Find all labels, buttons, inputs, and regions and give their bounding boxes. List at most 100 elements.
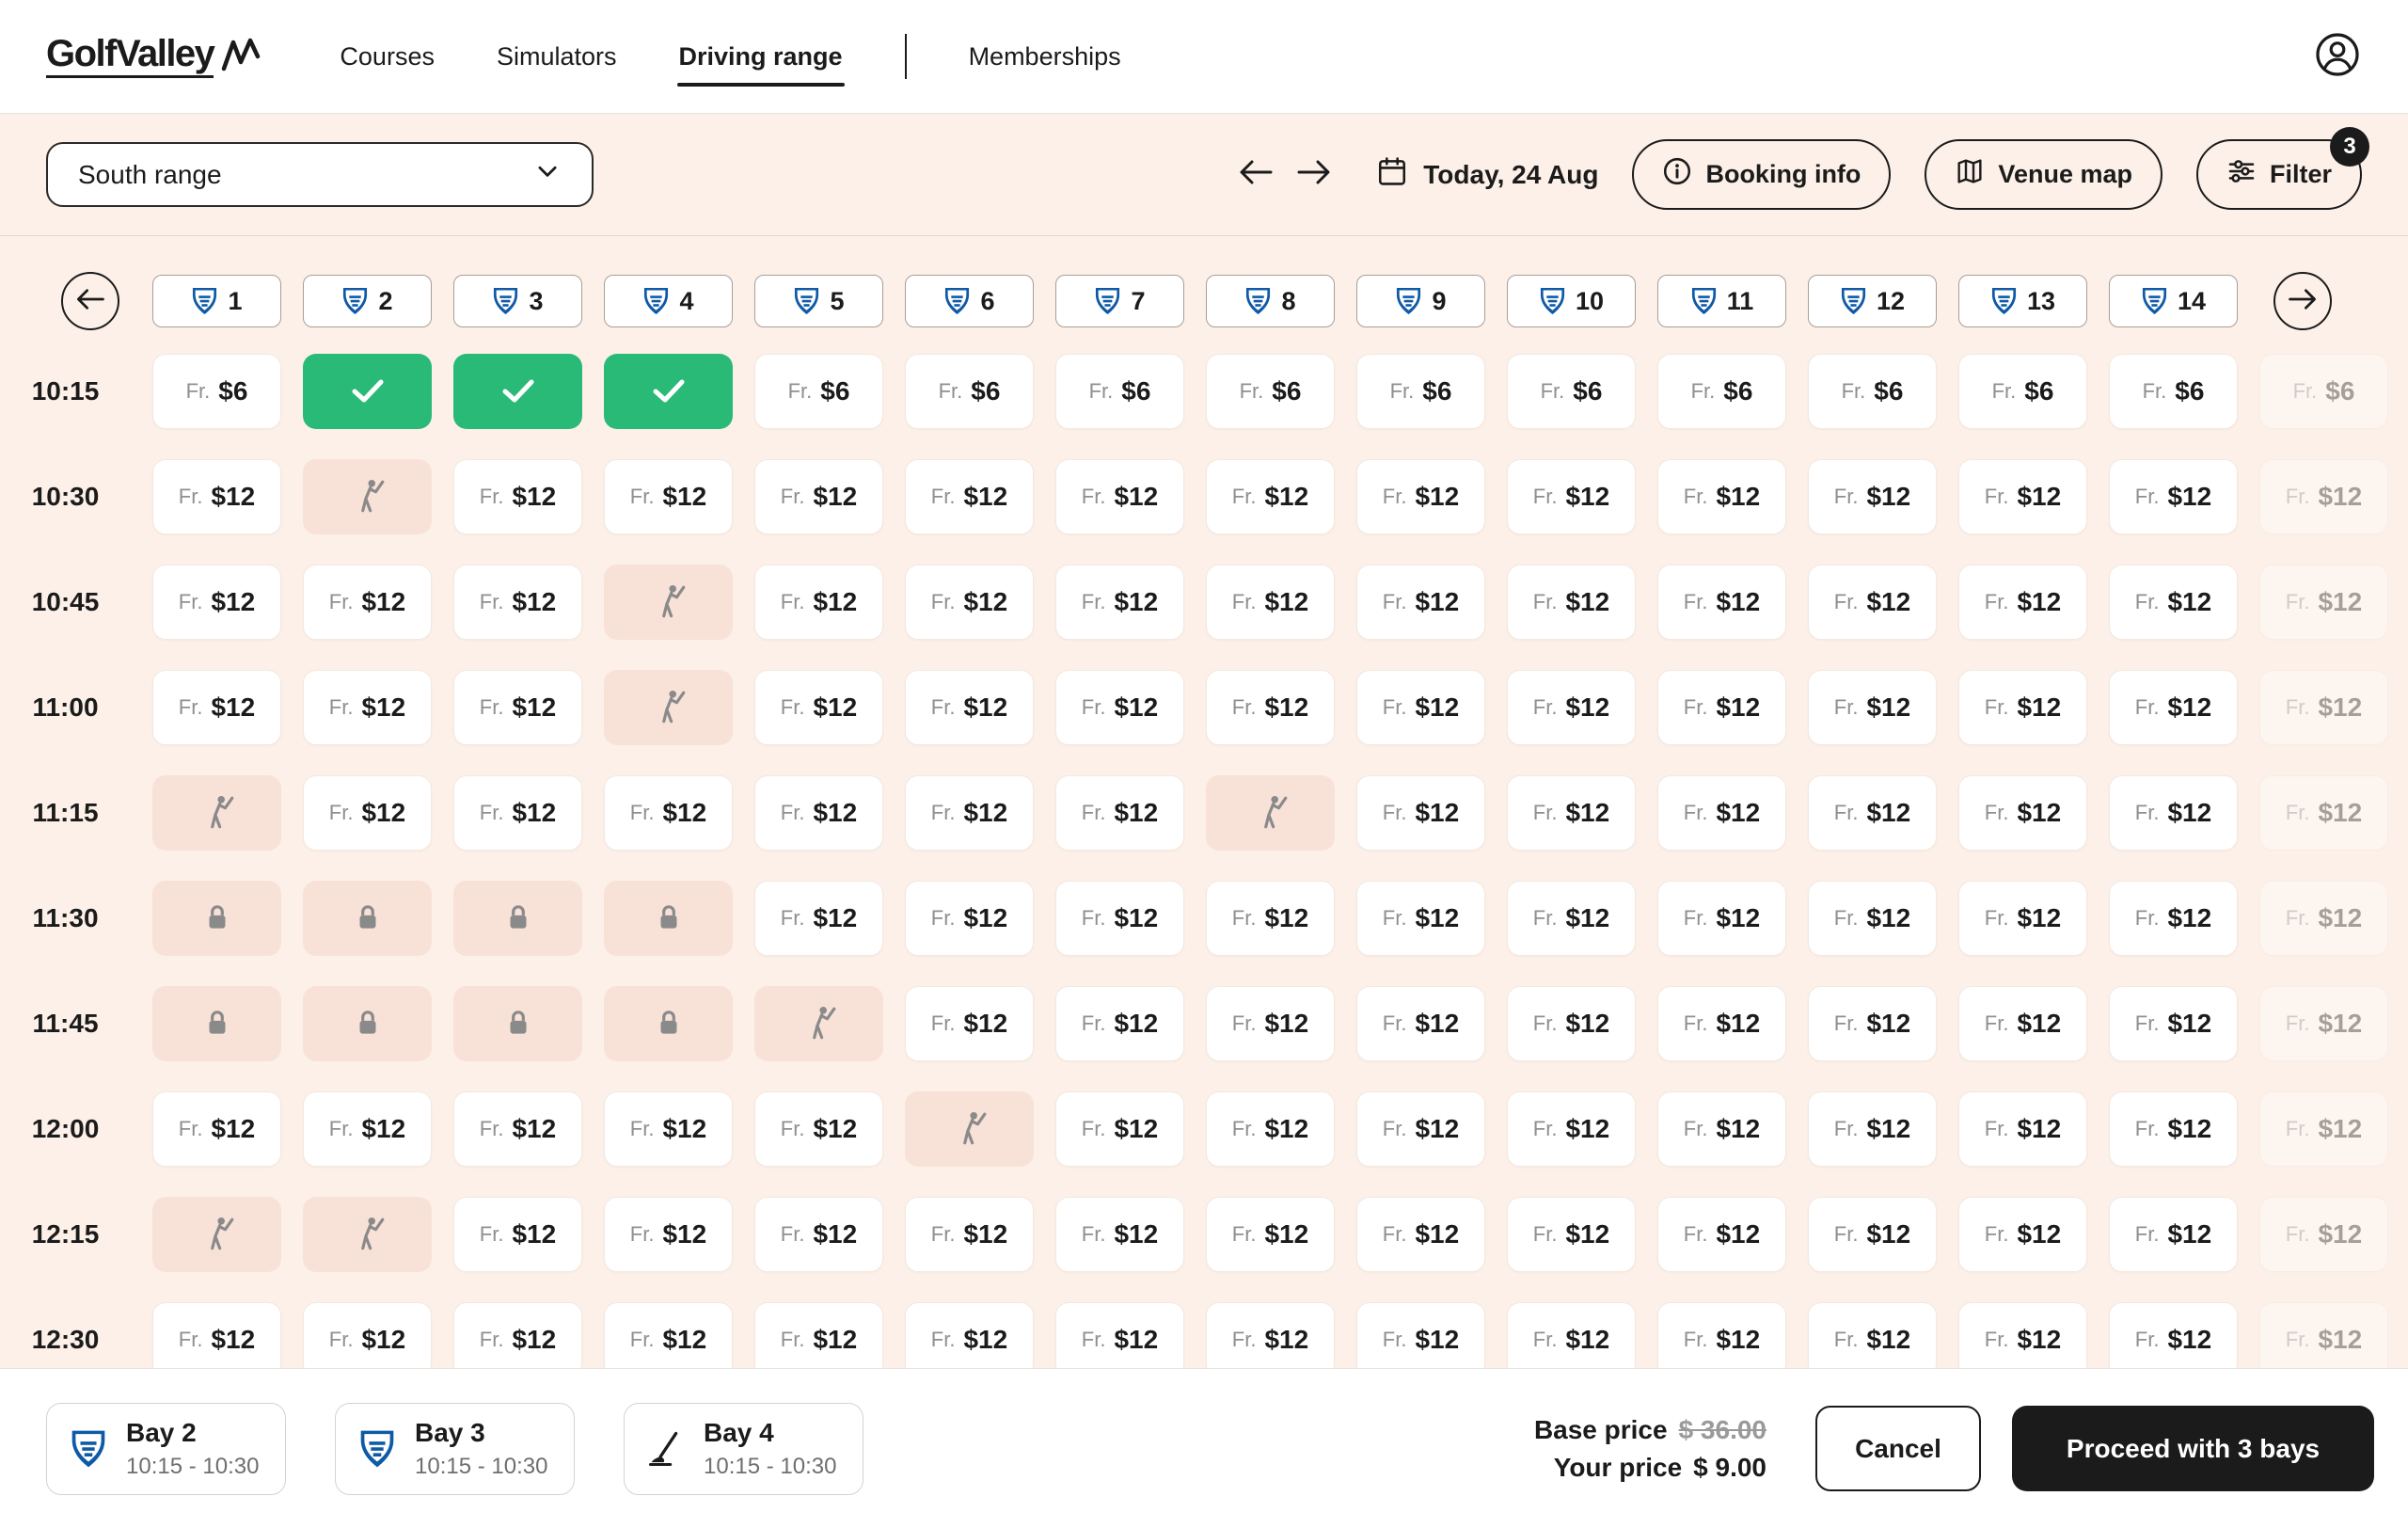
slot-1015-bay-9[interactable]: Fr.$6 [1356,354,1485,429]
selected-bay-card-bay-3[interactable]: Bay 310:15 - 10:30 [335,1403,575,1495]
bay-header-3[interactable]: 3 [453,275,582,327]
slot-1145-bay-6[interactable]: Fr.$12 [905,986,1034,1061]
slot-1115-bay-6[interactable]: Fr.$12 [905,775,1034,851]
slot-1200-bay-3[interactable]: Fr.$12 [453,1091,582,1167]
slot-1100-bay-11[interactable]: Fr.$12 [1657,670,1786,745]
slot-1200-bay-5[interactable]: Fr.$12 [754,1091,883,1167]
slot-1030-bay-1[interactable]: Fr.$12 [152,459,281,534]
slot-1200-bay-1[interactable]: Fr.$12 [152,1091,281,1167]
booking-info-button[interactable]: Booking info [1632,139,1891,210]
slot-1045-bay-12[interactable]: Fr.$12 [1808,565,1937,640]
slot-1015-bay-3-selected[interactable] [453,354,582,429]
slot-1115-bay-11[interactable]: Fr.$12 [1657,775,1786,851]
slot-1030-bay-6[interactable]: Fr.$12 [905,459,1034,534]
slot-1100-bay-9[interactable]: Fr.$12 [1356,670,1485,745]
slot-1230-bay-7[interactable]: Fr.$12 [1055,1302,1184,1368]
slot-1030-bay-9[interactable]: Fr.$12 [1356,459,1485,534]
bays-next-button[interactable] [2273,272,2332,330]
slot-1145-bay-10[interactable]: Fr.$12 [1507,986,1636,1061]
slot-1030-bay-4[interactable]: Fr.$12 [604,459,733,534]
bay-header-7[interactable]: 7 [1055,275,1184,327]
slot-1200-bay-11[interactable]: Fr.$12 [1657,1091,1786,1167]
range-select[interactable]: South range [46,142,594,207]
slot-1200-bay-10[interactable]: Fr.$12 [1507,1091,1636,1167]
logo[interactable]: GolfValley [46,35,261,78]
slot-1015-bay-2-selected[interactable] [303,354,432,429]
slot-1215-bay-8[interactable]: Fr.$12 [1206,1197,1335,1272]
slot-1145-bay-12[interactable]: Fr.$12 [1808,986,1937,1061]
bay-header-2[interactable]: 2 [303,275,432,327]
bay-header-4[interactable]: 4 [604,275,733,327]
bay-header-14[interactable]: 14 [2109,275,2238,327]
slot-1130-bay-9[interactable]: Fr.$12 [1356,881,1485,956]
bay-header-6[interactable]: 6 [905,275,1034,327]
slot-1100-bay-2[interactable]: Fr.$12 [303,670,432,745]
slot-1015-bay-8[interactable]: Fr.$6 [1206,354,1335,429]
cancel-button[interactable]: Cancel [1815,1406,1981,1491]
bay-header-5[interactable]: 5 [754,275,883,327]
prev-date-button[interactable] [1233,152,1278,198]
slot-1200-bay-7[interactable]: Fr.$12 [1055,1091,1184,1167]
slot-1030-bay-5[interactable]: Fr.$12 [754,459,883,534]
slot-1015-bay-1[interactable]: Fr.$6 [152,354,281,429]
slot-1045-bay-8[interactable]: Fr.$12 [1206,565,1335,640]
bay-header-12[interactable]: 12 [1808,275,1937,327]
slot-1230-bay-13[interactable]: Fr.$12 [1958,1302,2087,1368]
slot-1045-bay-7[interactable]: Fr.$12 [1055,565,1184,640]
proceed-button[interactable]: Proceed with 3 bays [2012,1406,2374,1491]
slot-1045-bay-13[interactable]: Fr.$12 [1958,565,2087,640]
slot-1030-bay-12[interactable]: Fr.$12 [1808,459,1937,534]
slot-1130-bay-13[interactable]: Fr.$12 [1958,881,2087,956]
slot-1045-bay-5[interactable]: Fr.$12 [754,565,883,640]
next-date-button[interactable] [1291,152,1337,198]
slot-1200-bay-4[interactable]: Fr.$12 [604,1091,733,1167]
slot-1015-bay-10[interactable]: Fr.$6 [1507,354,1636,429]
slot-1215-bay-4[interactable]: Fr.$12 [604,1197,733,1272]
slot-1115-bay-9[interactable]: Fr.$12 [1356,775,1485,851]
slot-1200-bay-2[interactable]: Fr.$12 [303,1091,432,1167]
bay-header-1[interactable]: 1 [152,275,281,327]
slot-1130-bay-12[interactable]: Fr.$12 [1808,881,1937,956]
slot-1100-bay-8[interactable]: Fr.$12 [1206,670,1335,745]
slot-1045-bay-6[interactable]: Fr.$12 [905,565,1034,640]
slot-1145-bay-9[interactable]: Fr.$12 [1356,986,1485,1061]
slot-1230-bay-4[interactable]: Fr.$12 [604,1302,733,1368]
slot-1145-bay-8[interactable]: Fr.$12 [1206,986,1335,1061]
slot-1030-bay-7[interactable]: Fr.$12 [1055,459,1184,534]
slot-1115-bay-7[interactable]: Fr.$12 [1055,775,1184,851]
selected-bay-card-bay-4[interactable]: Bay 410:15 - 10:30 [624,1403,863,1495]
slot-1130-bay-7[interactable]: Fr.$12 [1055,881,1184,956]
slot-1115-bay-12[interactable]: Fr.$12 [1808,775,1937,851]
slot-1230-bay-10[interactable]: Fr.$12 [1507,1302,1636,1368]
slot-1130-bay-10[interactable]: Fr.$12 [1507,881,1636,956]
slot-1045-bay-11[interactable]: Fr.$12 [1657,565,1786,640]
slot-1200-bay-13[interactable]: Fr.$12 [1958,1091,2087,1167]
nav-item-simulators[interactable]: Simulators [497,37,617,77]
slot-1100-bay-14[interactable]: Fr.$12 [2109,670,2238,745]
date-picker[interactable]: Today, 24 Aug [1376,155,1598,194]
nav-item-driving-range[interactable]: Driving range [679,37,843,77]
slot-1115-bay-5[interactable]: Fr.$12 [754,775,883,851]
slot-1215-bay-6[interactable]: Fr.$12 [905,1197,1034,1272]
slot-1100-bay-10[interactable]: Fr.$12 [1507,670,1636,745]
bay-header-10[interactable]: 10 [1507,275,1636,327]
slot-1100-bay-5[interactable]: Fr.$12 [754,670,883,745]
slot-1115-bay-4[interactable]: Fr.$12 [604,775,733,851]
slot-1215-bay-11[interactable]: Fr.$12 [1657,1197,1786,1272]
slot-1115-bay-10[interactable]: Fr.$12 [1507,775,1636,851]
slot-1030-bay-11[interactable]: Fr.$12 [1657,459,1786,534]
slot-1030-bay-10[interactable]: Fr.$12 [1507,459,1636,534]
slot-1230-bay-2[interactable]: Fr.$12 [303,1302,432,1368]
slot-1045-bay-14[interactable]: Fr.$12 [2109,565,2238,640]
account-button[interactable] [2313,32,2362,81]
slot-1045-bay-10[interactable]: Fr.$12 [1507,565,1636,640]
slot-1145-bay-7[interactable]: Fr.$12 [1055,986,1184,1061]
slot-1015-bay-14[interactable]: Fr.$6 [2109,354,2238,429]
slot-1215-bay-9[interactable]: Fr.$12 [1356,1197,1485,1272]
slot-1045-bay-9[interactable]: Fr.$12 [1356,565,1485,640]
slot-1215-bay-5[interactable]: Fr.$12 [754,1197,883,1272]
slot-1015-bay-12[interactable]: Fr.$6 [1808,354,1937,429]
bays-prev-button[interactable] [61,272,119,330]
slot-1100-bay-13[interactable]: Fr.$12 [1958,670,2087,745]
venue-map-button[interactable]: Venue map [1925,139,2162,210]
